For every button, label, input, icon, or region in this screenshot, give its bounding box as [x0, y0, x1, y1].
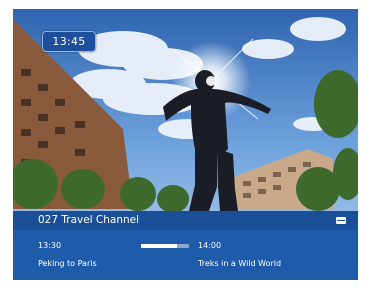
channel-name: 027 Travel Channel — [38, 214, 140, 226]
program-progress-bar — [141, 244, 189, 248]
current-start-time: 13:30 — [38, 241, 62, 250]
current-program-title: Peking to Paris — [38, 259, 97, 268]
clock-display: 13:45 — [42, 31, 96, 52]
menu-icon — [336, 217, 346, 224]
program-info-bar: 027 Travel Channel 13:30 14:00 Peking to… — [13, 211, 358, 280]
next-program-title: Treks in a Wild World — [198, 259, 282, 268]
program-progress-fill — [141, 244, 177, 248]
tv-screen: 13:45 027 Travel Channel 13:30 14:00 Pek… — [13, 9, 358, 280]
next-start-time: 14:00 — [198, 241, 222, 250]
